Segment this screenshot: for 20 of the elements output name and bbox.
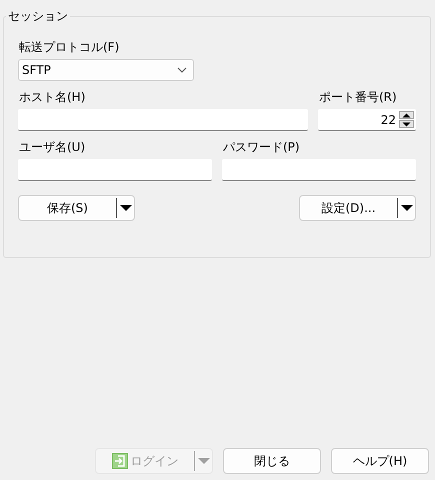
- group-title: セッション: [7, 8, 69, 25]
- button[interactable]: 閉じる: [223, 448, 321, 474]
- caret-icon: [400, 203, 414, 213]
- password-field[interactable]: [222, 159, 416, 181]
- field-label: ユーザ名(U): [19, 139, 86, 156]
- login-icon: [112, 453, 128, 469]
- split-button[interactable]: 設定(D)...: [299, 195, 416, 221]
- port-spinbox[interactable]: 22: [318, 109, 416, 131]
- caret-icon: [119, 203, 133, 213]
- field-label: パスワード(P): [223, 139, 301, 156]
- caret-icon: [197, 456, 211, 466]
- field-label: 転送プロトコル(F): [19, 39, 120, 56]
- host-field[interactable]: [18, 109, 308, 131]
- field-label: ホスト名(H): [19, 89, 86, 106]
- split-button[interactable]: 保存(S): [18, 195, 135, 221]
- field-label: ポート番号(R): [319, 89, 398, 106]
- username-field[interactable]: [18, 159, 212, 181]
- protocol-dropdown[interactable]: SFTP: [18, 59, 194, 81]
- chevron-icon: [177, 67, 187, 73]
- button[interactable]: ヘルプ(H): [331, 448, 429, 474]
